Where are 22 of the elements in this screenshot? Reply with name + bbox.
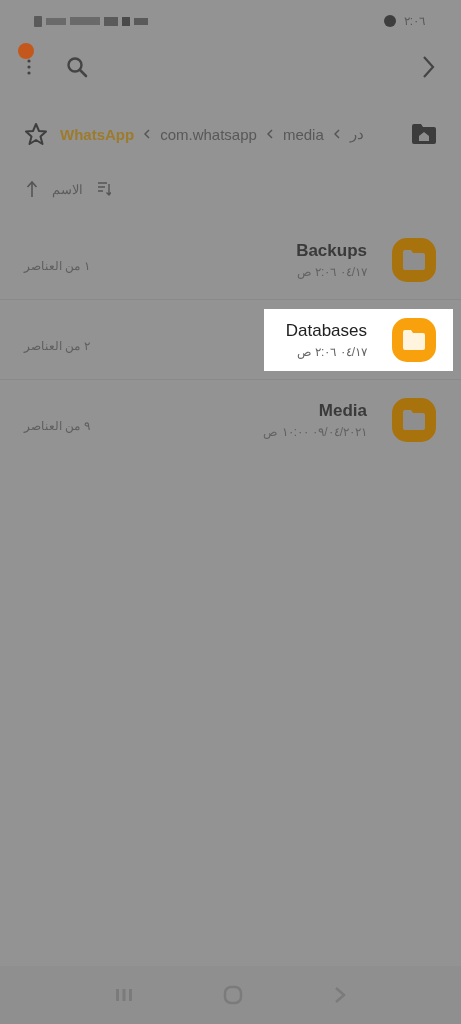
breadcrumb-item[interactable]: media xyxy=(282,125,324,143)
folder-home-icon[interactable] xyxy=(411,123,437,145)
breadcrumb-item[interactable]: WhatsApp xyxy=(60,125,135,143)
chevron-left-icon xyxy=(144,129,151,139)
status-time: ٢:٠٦ xyxy=(403,14,425,28)
search-icon[interactable] xyxy=(66,56,88,78)
folder-name: Databases xyxy=(285,320,367,341)
sort-icon[interactable] xyxy=(97,181,111,197)
chevron-left-icon xyxy=(266,129,273,139)
folder-icon xyxy=(391,396,437,443)
breadcrumb-item[interactable]: در xyxy=(349,125,364,143)
more-icon xyxy=(26,57,32,77)
chevron-left-icon xyxy=(333,129,340,139)
folder-icon xyxy=(391,236,437,283)
folder-icon xyxy=(391,316,437,363)
folder-name: Media xyxy=(318,400,367,421)
folder-name: Backups xyxy=(296,240,367,261)
arrow-up-icon[interactable] xyxy=(26,180,38,198)
modified-date: ٠٤/١٧ ٢:٠٦ ص xyxy=(296,344,367,359)
chevron-right-icon[interactable] xyxy=(421,55,435,79)
star-icon[interactable] xyxy=(24,122,48,146)
breadcrumb-item[interactable]: com.whatsapp xyxy=(160,125,257,143)
